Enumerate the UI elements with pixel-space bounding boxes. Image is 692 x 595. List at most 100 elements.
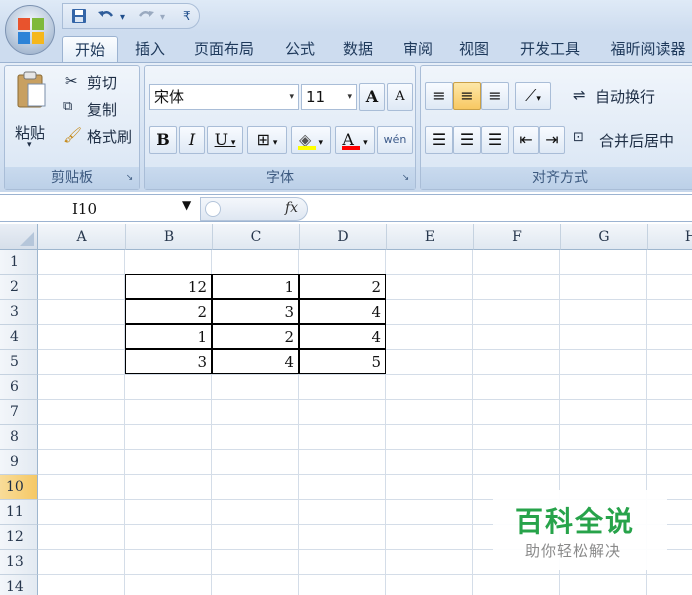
formula-buttons: fx xyxy=(200,197,308,221)
tab-insert[interactable]: 插入 xyxy=(128,36,172,62)
row-header-8[interactable]: 8 xyxy=(0,425,38,450)
chevron-down-icon[interactable]: ▼ xyxy=(182,198,191,212)
align-center-icon: ☰ xyxy=(459,130,475,149)
italic-button[interactable]: I xyxy=(179,126,205,154)
orientation-button[interactable]: ⟋▾ xyxy=(515,82,551,110)
border-button[interactable]: ⊞ ▾ xyxy=(247,126,287,154)
shrink-font-button[interactable]: A xyxy=(387,83,413,111)
align-center-button[interactable]: ☰ xyxy=(453,126,481,154)
fill-color-button[interactable]: ◈ ▾ xyxy=(291,126,331,154)
row-header-2[interactable]: 2 xyxy=(0,275,38,300)
cell-d4[interactable]: 4 xyxy=(299,324,386,349)
format-painter-button[interactable]: 🖌 格式刷 xyxy=(61,126,139,148)
row-header-12[interactable]: 12 xyxy=(0,525,38,550)
font-color-bar xyxy=(342,146,360,150)
grow-font-icon: A xyxy=(365,87,379,106)
font-color-button[interactable]: A ▾ xyxy=(335,126,375,154)
save-icon[interactable] xyxy=(71,8,87,28)
row-header-3[interactable]: 3 xyxy=(0,300,38,325)
column-header-c[interactable]: C xyxy=(213,224,300,250)
office-button[interactable] xyxy=(5,5,55,55)
alignment-group-label: 对齐方式 xyxy=(421,167,692,189)
tab-review[interactable]: 审阅 xyxy=(396,36,440,62)
cell-b2[interactable]: 12 xyxy=(125,274,212,299)
row-header-9[interactable]: 9 xyxy=(0,450,38,475)
bold-button[interactable]: B xyxy=(149,126,177,154)
cell-d2[interactable]: 2 xyxy=(299,274,386,299)
grow-font-button[interactable]: A xyxy=(359,83,385,111)
cell-c5[interactable]: 4 xyxy=(212,349,299,374)
title-bar: ▾ ▾ ₹ xyxy=(0,0,692,32)
row-header-11[interactable]: 11 xyxy=(0,500,38,525)
undo-dropdown-icon[interactable]: ▾ xyxy=(120,12,125,23)
redo-icon[interactable] xyxy=(137,8,155,28)
cell-d5[interactable]: 5 xyxy=(299,349,386,374)
row-header-10[interactable]: 10 xyxy=(0,475,38,500)
tab-data[interactable]: 数据 xyxy=(336,36,380,62)
row-header-14[interactable]: 14 xyxy=(0,575,38,595)
align-bottom-icon: ≡ xyxy=(488,86,502,105)
formula-input[interactable] xyxy=(310,197,692,221)
align-top-button[interactable]: ≡ xyxy=(425,82,453,110)
align-top-icon: ≡ xyxy=(432,86,446,105)
decrease-indent-button[interactable]: ⇤ xyxy=(513,126,539,154)
phonetic-guide-button[interactable]: wén xyxy=(377,126,413,154)
font-size-dropdown[interactable]: 11 ▾ xyxy=(301,84,357,110)
row-header-6[interactable]: 6 xyxy=(0,375,38,400)
redo-dropdown-icon[interactable]: ▾ xyxy=(160,12,165,23)
tab-developer[interactable]: 开发工具 xyxy=(512,36,588,62)
underline-button[interactable]: U ▾ xyxy=(207,126,243,154)
row-header-1[interactable]: 1 xyxy=(0,250,38,275)
customize-icon[interactable]: ₹ xyxy=(183,9,191,23)
paste-icon xyxy=(17,71,46,108)
column-header-g[interactable]: G xyxy=(561,224,648,250)
row-header-5[interactable]: 5 xyxy=(0,350,38,375)
copy-button[interactable]: ⧉ 复制 xyxy=(61,99,139,121)
phonetic-icon: wén xyxy=(383,133,407,146)
chevron-down-icon: ▾ xyxy=(347,92,352,102)
align-middle-button[interactable]: ≡ xyxy=(453,82,481,110)
tab-view[interactable]: 视图 xyxy=(452,36,496,62)
ribbon: 粘贴 ▾ ✂ 剪切 ⧉ 复制 🖌 格式刷 剪贴板 ↘ 宋体 ▾ 11 ▾ A A… xyxy=(0,62,692,192)
tab-page-layout[interactable]: 页面布局 xyxy=(188,36,260,62)
cell-b3[interactable]: 2 xyxy=(125,299,212,324)
tab-home[interactable]: 开始 xyxy=(62,36,118,62)
cell-c4[interactable]: 2 xyxy=(212,324,299,349)
align-right-button[interactable]: ☰ xyxy=(481,126,509,154)
column-header-f[interactable]: F xyxy=(474,224,561,250)
row-header-4[interactable]: 4 xyxy=(0,325,38,350)
wrap-text-button[interactable]: ⇌ 自动换行 xyxy=(569,84,692,110)
cell-d3[interactable]: 4 xyxy=(299,299,386,324)
column-header-a[interactable]: A xyxy=(38,224,126,250)
name-box[interactable]: I10 xyxy=(0,197,200,221)
insert-function-icon[interactable]: fx xyxy=(285,200,298,216)
merge-center-button[interactable]: ⊡ 合并后居中 xyxy=(569,128,692,154)
tab-formulas[interactable]: 公式 xyxy=(278,36,322,62)
row-header-7[interactable]: 7 xyxy=(0,400,38,425)
wrap-text-label: 自动换行 xyxy=(595,88,656,106)
watermark-title: 百科全说 xyxy=(515,505,636,538)
column-header-e[interactable]: E xyxy=(387,224,474,250)
cell-b4[interactable]: 1 xyxy=(125,324,212,349)
cell-b5[interactable]: 3 xyxy=(125,349,212,374)
wrap-text-icon: ⇌ xyxy=(573,86,586,104)
select-all-button[interactable] xyxy=(0,224,38,250)
paste-button[interactable]: 粘贴 ▾ xyxy=(9,70,53,156)
cell-c2[interactable]: 1 xyxy=(212,274,299,299)
column-header-h[interactable]: H xyxy=(648,224,692,250)
align-bottom-button[interactable]: ≡ xyxy=(481,82,509,110)
ribbon-tabs: 开始 插入 页面布局 公式 数据 审阅 视图 开发工具 福昕阅读器 xyxy=(0,32,692,62)
column-header-b[interactable]: B xyxy=(126,224,213,250)
clipboard-launcher-icon[interactable]: ↘ xyxy=(124,173,135,184)
font-name-dropdown[interactable]: 宋体 ▾ xyxy=(149,84,299,110)
row-header-13[interactable]: 13 xyxy=(0,550,38,575)
cell-c3[interactable]: 3 xyxy=(212,299,299,324)
undo-icon[interactable] xyxy=(97,8,115,28)
column-header-d[interactable]: D xyxy=(300,224,387,250)
resize-handle-icon[interactable] xyxy=(205,201,221,217)
cut-button[interactable]: ✂ 剪切 xyxy=(61,72,139,94)
tab-foxit-reader[interactable]: 福昕阅读器 xyxy=(604,36,692,62)
align-left-button[interactable]: ☰ xyxy=(425,126,453,154)
increase-indent-button[interactable]: ⇥ xyxy=(539,126,565,154)
font-launcher-icon[interactable]: ↘ xyxy=(400,173,411,184)
